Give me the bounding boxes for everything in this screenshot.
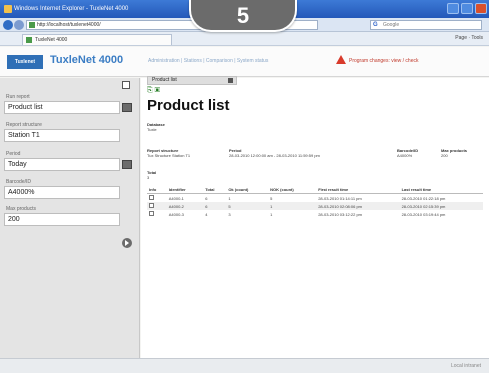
first-result-cell: 28-03-2010 03:12:22 pm [318, 211, 363, 217]
minimize-button[interactable] [447, 3, 459, 14]
table-row[interactable]: A4000-3 4 3 1 28-03-2010 03:12:22 pm 28-… [147, 210, 483, 218]
total-cell: 6 [203, 202, 227, 210]
first-result-cell: 28-03-2010 01:14:11 pm [318, 195, 362, 201]
search-placeholder: Google [383, 22, 400, 28]
status-bar: Local intranet [0, 358, 489, 373]
table-row[interactable]: A4000-1 6 1 5 28-03-2010 01:14:11 pm 28-… [147, 194, 483, 203]
identifier-cell: A4000-2 [166, 202, 204, 210]
url-text: http://localhost/tuxlenet4000/ [37, 22, 101, 28]
total-cell: 4 [205, 211, 208, 217]
nok-cell: 1 [270, 211, 273, 217]
content-tab[interactable]: Product list [147, 76, 237, 85]
barcode-input[interactable]: A4000% [4, 186, 120, 199]
search-input[interactable]: G Google [370, 20, 482, 30]
warning-link[interactable]: Program changes: view / check [349, 58, 418, 64]
report-content: Product list ⎘ ▣ Product list Database T… [141, 76, 489, 358]
period-meta-value: 28-03-2010 12:00:00 am - 28-03-2010 11:5… [229, 153, 320, 158]
ok-cell: 5 [226, 202, 269, 210]
nok-cell: 1 [268, 202, 317, 210]
row-info-cell[interactable] [147, 194, 167, 203]
database-value: Tuxle [147, 127, 157, 132]
last-result-cell: 28-03-2010 03:19:44 pm [401, 211, 446, 217]
max-products-label: Max products [6, 206, 37, 212]
row-info-cell[interactable] [147, 202, 167, 210]
back-button[interactable] [3, 20, 13, 30]
app-logo: Tuxlenet [7, 55, 43, 69]
col-nok[interactable]: NOK (count) [268, 186, 317, 194]
last-result-cell: 28-03-2010 02:15:39 pm [399, 202, 483, 210]
tab-close-icon[interactable] [228, 78, 233, 83]
barcode-label: Barcode/ID [6, 179, 32, 185]
app-header: Tuxlenet TuxleNet 4000 Administration | … [0, 47, 489, 77]
run-report-dropdown-icon[interactable] [122, 103, 132, 112]
col-identifier[interactable]: Identifier [166, 186, 204, 194]
browser-window: { "step_badge": "5", "window": { "title"… [0, 0, 489, 373]
report-toolbar: ⎘ ▣ [147, 87, 160, 95]
header-nav-links[interactable]: Administration | Stations | Comparison |… [148, 58, 268, 64]
identifier-cell: A4000-3 [168, 211, 184, 217]
ok-cell: 3 [228, 211, 231, 217]
report-structure-label: Report structure [6, 122, 42, 128]
nok-cell: 5 [270, 195, 273, 201]
total-cell: 6 [205, 195, 208, 201]
search-engine-icon: G [373, 22, 378, 28]
run-report-label: Run report [6, 94, 30, 100]
warning-icon [336, 55, 346, 64]
first-result-cell: 28-03-2010 02:08:06 pm [316, 202, 400, 210]
page-title: Product list [147, 97, 230, 114]
structure-value: Tux Structure Station T1 [147, 153, 191, 158]
step-number-badge: 5 [189, 0, 297, 32]
report-parameters-sidebar: Run report Product list Report structure… [0, 78, 140, 358]
forward-button[interactable] [14, 20, 24, 30]
browser-app-icon [4, 5, 12, 13]
ok-cell: 1 [228, 195, 231, 201]
barcode-meta-value: A4000% [397, 153, 413, 158]
browser-tabs-bar: TuxleNet 4000 Page · Tools [0, 32, 489, 46]
row-info-cell[interactable] [147, 210, 167, 218]
col-first-result[interactable]: First result time [316, 186, 400, 194]
run-report-select[interactable]: Product list [4, 101, 120, 114]
period-calendar-icon[interactable] [122, 160, 132, 169]
site-favicon-icon [29, 22, 35, 28]
row-info-icon[interactable] [149, 211, 154, 216]
total-value: 3 [147, 175, 150, 180]
col-last-result[interactable]: Last result time [399, 186, 483, 194]
security-zone-text: Local intranet [450, 363, 481, 369]
window-title: Windows Internet Explorer - TuxleNet 400… [14, 6, 129, 12]
row-info-icon[interactable] [149, 203, 154, 208]
last-result-cell: 28-03-2010 01:22:18 pm [401, 195, 446, 201]
print-icon[interactable]: ⎘ [147, 87, 153, 94]
run-report-go-icon[interactable] [122, 238, 132, 248]
close-window-button[interactable] [475, 3, 487, 14]
table-header-row: Info Identifier Total Ok (count) NOK (co… [147, 186, 483, 194]
command-bar-tools[interactable]: Page · Tools [455, 35, 483, 41]
browser-tab[interactable]: TuxleNet 4000 [22, 34, 172, 45]
browser-tab-label: TuxleNet 4000 [35, 37, 68, 43]
period-select[interactable]: Today [4, 158, 120, 171]
period-label: Period [6, 151, 21, 157]
max-products-input[interactable]: 200 [4, 213, 120, 226]
product-table: Info Identifier Total Ok (count) NOK (co… [147, 186, 483, 218]
product-name: TuxleNet 4000 [50, 54, 124, 66]
max-meta-value: 200 [441, 153, 448, 158]
col-ok[interactable]: Ok (count) [226, 186, 269, 194]
row-info-icon[interactable] [149, 195, 154, 200]
export-icon[interactable]: ▣ [155, 87, 160, 94]
col-info[interactable]: Info [147, 186, 167, 194]
content-tab-label: Product list [152, 77, 177, 83]
maximize-button[interactable] [461, 3, 473, 14]
table-row[interactable]: A4000-2 6 5 1 28-03-2010 02:08:06 pm 28-… [147, 202, 483, 210]
report-structure-input[interactable]: Station T1 [4, 129, 120, 142]
tab-favicon-icon [26, 37, 32, 43]
collapse-sidebar-icon[interactable] [122, 81, 130, 89]
identifier-cell: A4000-1 [168, 195, 184, 201]
col-total[interactable]: Total [203, 186, 227, 194]
